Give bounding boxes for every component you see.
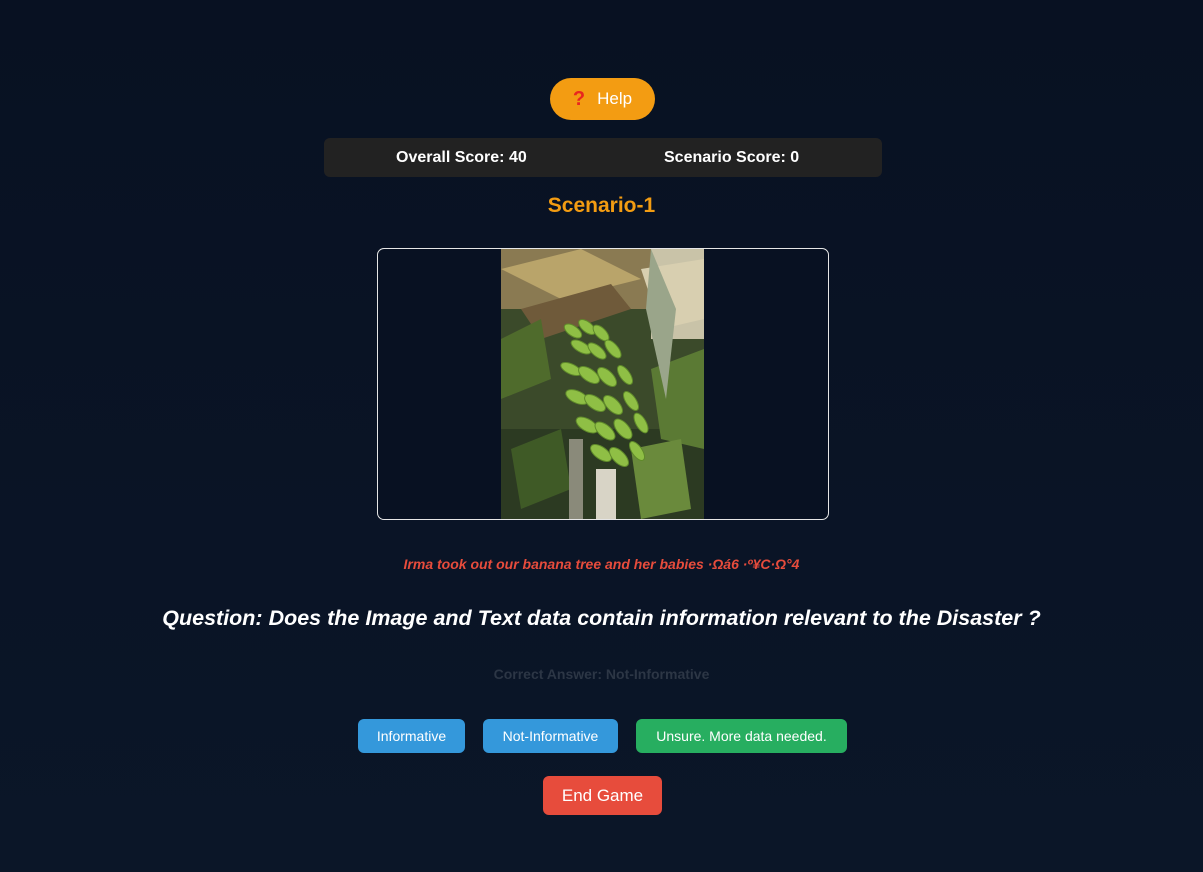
overall-score: Overall Score: 40: [396, 149, 527, 166]
banana-tree-photo: [501, 249, 704, 519]
help-label: Help: [597, 89, 633, 108]
tweet-text: Irma took out our banana tree and her ba…: [403, 556, 800, 572]
help-button[interactable]: ? Help: [550, 78, 655, 120]
correct-answer-text: Correct Answer: Not-Informative: [493, 666, 710, 682]
not-informative-button[interactable]: Not-Informative: [483, 719, 618, 753]
question-mark-icon: ?: [572, 88, 586, 110]
question-text: Question: Does the Image and Text data c…: [162, 606, 1041, 630]
scenario-score: Scenario Score: 0: [664, 149, 800, 166]
unsure-button[interactable]: Unsure. More data needed.: [636, 719, 847, 753]
score-bar: Overall Score: 40 Scenario Score: 0: [324, 138, 882, 177]
informative-button[interactable]: Informative: [358, 719, 465, 753]
end-game-button[interactable]: End Game: [543, 776, 662, 815]
scenario-image-frame: [377, 248, 829, 520]
scenario-title: Scenario-1: [547, 194, 656, 217]
